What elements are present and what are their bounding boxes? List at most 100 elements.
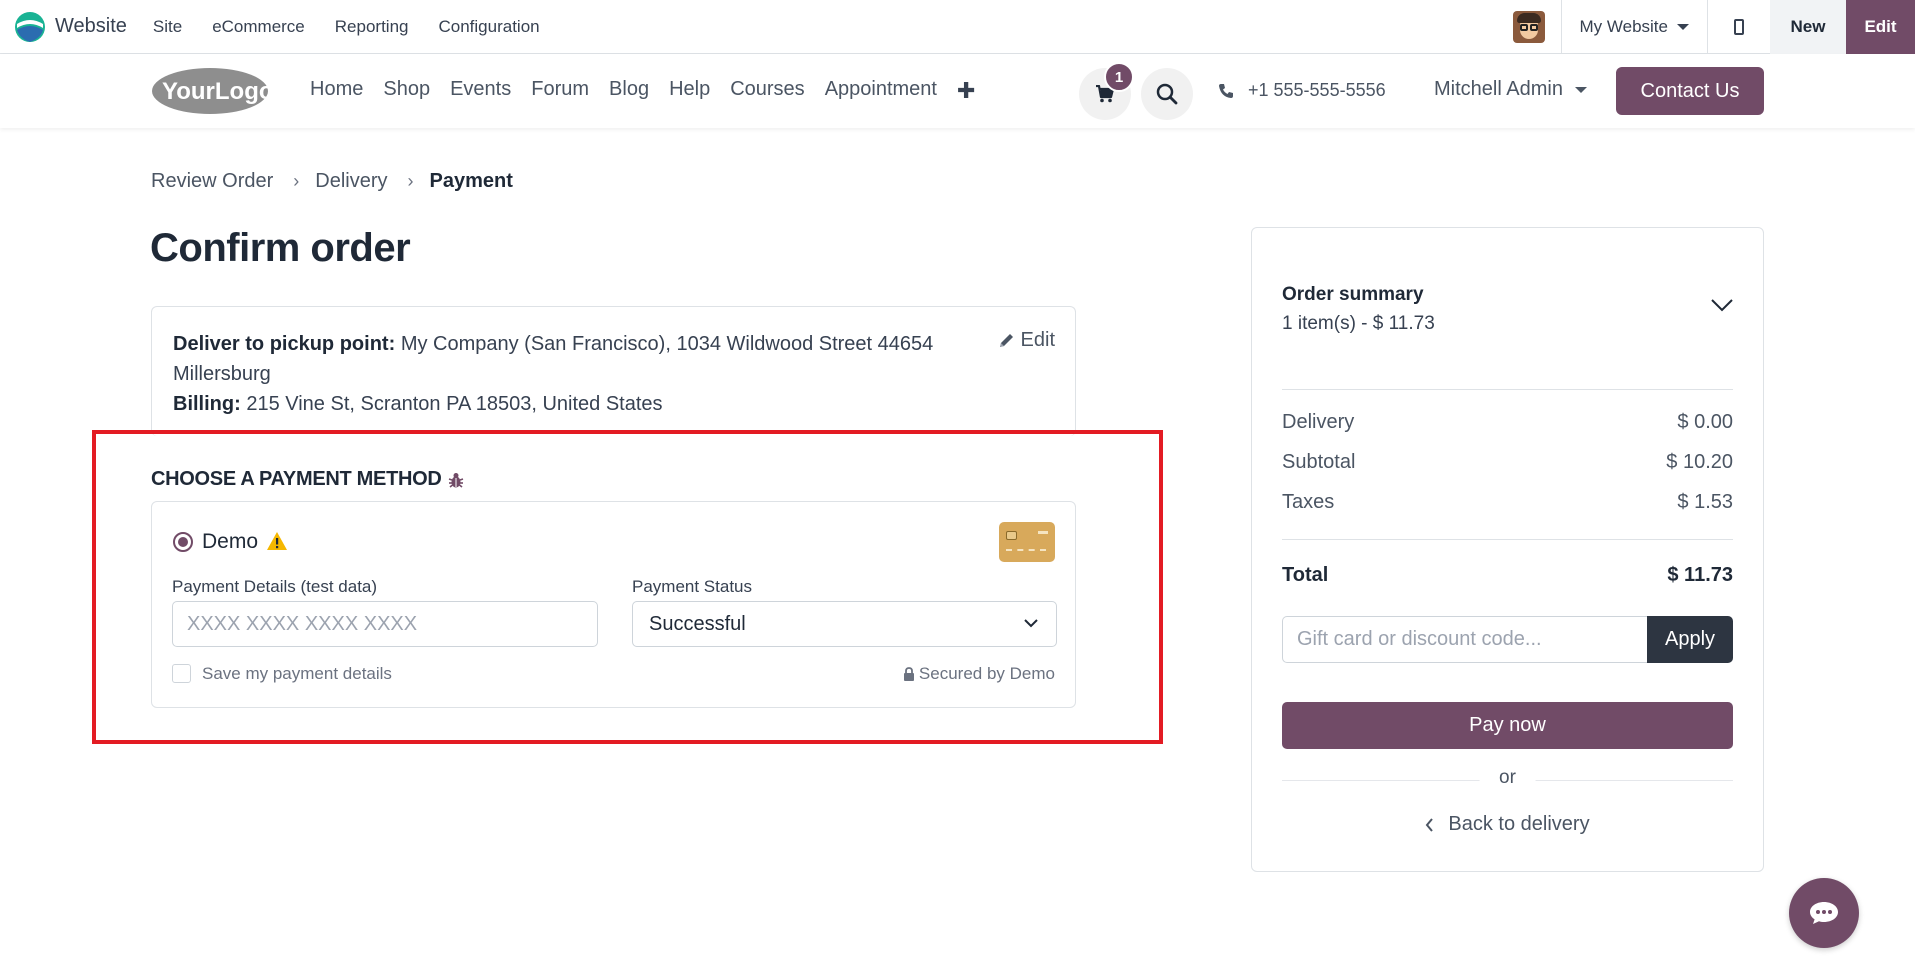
taxes-label: Taxes <box>1282 491 1335 513</box>
bug-icon <box>448 472 463 488</box>
payment-method-name[interactable]: Demo <box>202 530 258 554</box>
delivery-address: My Company (San Francisco), 1034 Wildwoo… <box>400 333 934 355</box>
phone-link[interactable]: +1 555-555-5556 <box>1218 80 1386 101</box>
nav-shop[interactable]: Shop <box>383 78 430 104</box>
main-nav: Home Shop Events Forum Blog Help Courses… <box>310 78 995 104</box>
logo-text: YourLogo <box>162 78 270 105</box>
payment-method-card: Demo Payment Details (test data) Payment… <box>151 501 1076 708</box>
mobile-preview-button[interactable] <box>1708 0 1770 54</box>
nav-forum[interactable]: Forum <box>531 78 589 104</box>
menu-ecommerce[interactable]: eCommerce <box>212 17 305 37</box>
website-app-logo[interactable]: Website <box>14 11 127 43</box>
save-payment-label[interactable]: Save my payment details <box>202 664 392 684</box>
credit-card-icon <box>999 522 1055 562</box>
contact-us-button[interactable]: Contact Us <box>1616 67 1764 115</box>
demo-payment-radio[interactable] <box>173 532 193 552</box>
billing-address-line: Billing: 215 Vine St, Scranton PA 18503,… <box>173 389 663 419</box>
payment-status-select[interactable]: Successful <box>632 601 1057 647</box>
breadcrumb-delivery[interactable]: Delivery <box>315 170 387 193</box>
new-button[interactable]: New <box>1770 0 1846 54</box>
checkout-breadcrumb: Review Order › Delivery › Payment <box>151 170 513 193</box>
billing-address: 215 Vine St, Scranton PA 18503, United S… <box>246 393 663 415</box>
mobile-icon <box>1734 19 1744 35</box>
subtotal-value: $ 10.20 <box>1666 451 1733 473</box>
user-name: Mitchell Admin <box>1434 78 1563 100</box>
search-button[interactable] <box>1141 68 1193 120</box>
menu-site[interactable]: Site <box>153 17 182 37</box>
edit-button[interactable]: Edit <box>1846 0 1915 54</box>
livechat-button[interactable] <box>1789 878 1859 948</box>
divider <box>1282 389 1733 390</box>
total-row: Total $ 11.73 <box>1282 564 1733 587</box>
menu-configuration[interactable]: Configuration <box>439 17 540 37</box>
lock-icon <box>903 667 914 681</box>
order-summary-panel: Order summary 1 item(s) - $ 11.73 Delive… <box>1251 227 1764 872</box>
back-to-delivery-link[interactable]: Back to delivery <box>1252 813 1763 836</box>
delivery-row: Delivery $ 0.00 <box>1282 411 1733 434</box>
chevron-down-icon[interactable] <box>1711 298 1733 312</box>
secured-by-label: Secured by Demo <box>918 664 1055 683</box>
search-icon <box>1156 83 1178 105</box>
secured-by: Secured by Demo <box>903 664 1055 684</box>
website-app-icon <box>15 11 45 42</box>
avatar <box>1512 11 1545 43</box>
menu-reporting[interactable]: Reporting <box>335 17 409 37</box>
promo-code-group: Apply <box>1282 616 1733 663</box>
warning-icon <box>267 532 287 550</box>
website-switcher[interactable]: My Website <box>1562 0 1708 54</box>
subtotal-row: Subtotal $ 10.20 <box>1282 451 1733 474</box>
card-number-input[interactable] <box>172 601 598 647</box>
delivery-cost-value: $ 0.00 <box>1677 411 1733 433</box>
back-to-delivery-label: Back to delivery <box>1448 813 1590 835</box>
nav-blog[interactable]: Blog <box>609 78 649 104</box>
or-separator: or <box>1479 767 1536 789</box>
website-switcher-label: My Website <box>1579 17 1669 36</box>
order-summary-title: Order summary <box>1282 284 1424 305</box>
taxes-value: $ 1.53 <box>1677 491 1733 513</box>
delivery-address-line: Deliver to pickup point: My Company (San… <box>173 329 933 359</box>
promo-code-input[interactable] <box>1282 616 1647 663</box>
billing-label: Billing: <box>173 393 241 415</box>
pencil-icon <box>999 334 1013 347</box>
chat-icon <box>1810 902 1838 924</box>
payment-method-title: CHOOSE A PAYMENT METHOD <box>151 468 442 490</box>
divider <box>1282 539 1733 540</box>
pay-now-button[interactable]: Pay now <box>1282 702 1733 749</box>
admin-navbar: Website Site eCommerce Reporting Configu… <box>0 0 1915 54</box>
user-avatar-button[interactable] <box>1497 0 1562 54</box>
website-header: YourLogo Home Shop Events Forum Blog Hel… <box>0 54 1915 128</box>
phone-number: +1 555-555-5556 <box>1248 80 1386 100</box>
app-name: Website <box>55 15 127 37</box>
chevron-right-icon: › <box>407 171 414 191</box>
payment-details-label: Payment Details (test data) <box>172 577 378 596</box>
admin-right-controls: My Website New Edit <box>1497 0 1915 54</box>
order-summary-subtitle: 1 item(s) - $ 11.73 <box>1282 313 1435 334</box>
address-card: Deliver to pickup point: My Company (San… <box>151 306 1076 436</box>
subtotal-label: Subtotal <box>1282 451 1356 473</box>
page-title: Confirm order <box>150 226 411 270</box>
chevron-down-icon <box>1024 619 1038 628</box>
nav-home[interactable]: Home <box>310 78 363 104</box>
nav-help[interactable]: Help <box>669 78 710 104</box>
delivery-label: Deliver to pickup point: <box>173 333 396 355</box>
nav-appointment[interactable]: Appointment <box>825 78 937 104</box>
breadcrumb-review-order[interactable]: Review Order <box>151 170 273 193</box>
total-value: $ 11.73 <box>1667 564 1733 586</box>
caret-down-icon <box>1574 86 1587 93</box>
user-dropdown[interactable]: Mitchell Admin <box>1434 78 1587 101</box>
edit-address-link[interactable]: Edit <box>998 329 1055 352</box>
save-payment-checkbox[interactable] <box>172 664 191 683</box>
taxes-row: Taxes $ 1.53 <box>1282 491 1733 514</box>
breadcrumb-payment: Payment <box>429 170 513 192</box>
payment-status-label: Payment Status <box>632 577 753 596</box>
edit-address-label: Edit <box>1020 329 1055 351</box>
total-label: Total <box>1282 564 1329 586</box>
site-logo[interactable]: YourLogo <box>150 66 270 116</box>
nav-events[interactable]: Events <box>450 78 511 104</box>
apply-promo-button[interactable]: Apply <box>1647 616 1733 663</box>
add-menu-plus-icon[interactable]: ✚ <box>957 78 975 104</box>
chevron-right-icon: › <box>293 171 300 191</box>
payment-status-value: Successful <box>649 612 746 635</box>
nav-courses[interactable]: Courses <box>730 78 804 104</box>
delivery-cost-label: Delivery <box>1282 411 1355 433</box>
